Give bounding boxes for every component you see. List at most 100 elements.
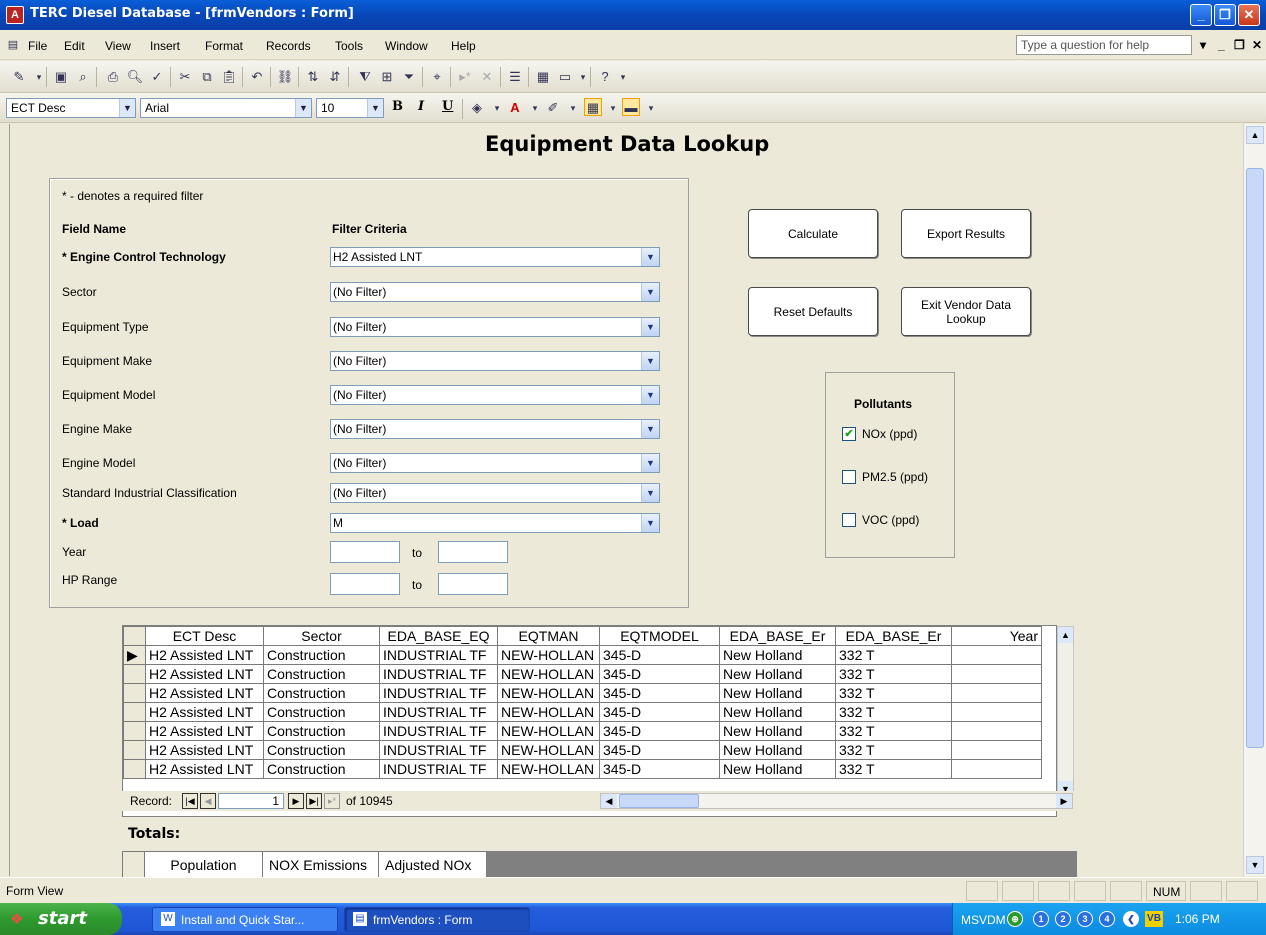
cell[interactable]: H2 Assisted LNT xyxy=(145,740,264,760)
cell[interactable]: New Holland xyxy=(719,683,836,703)
cell[interactable]: 345-D xyxy=(599,740,720,760)
menu-records[interactable]: Records xyxy=(266,39,311,53)
cell[interactable]: New Holland xyxy=(719,702,836,722)
sector-select[interactable]: (No Filter) ▼ xyxy=(330,282,660,302)
exit-vendor-lookup-button[interactable]: Exit Vendor Data Lookup xyxy=(901,287,1031,336)
italic-button[interactable]: I xyxy=(418,99,424,114)
filter-by-selection-icon[interactable]: ⧨ xyxy=(356,68,374,86)
row-selector[interactable] xyxy=(123,664,146,684)
chevron-down-icon[interactable]: ▼ xyxy=(641,318,659,336)
table-row[interactable]: H2 Assisted LNT Construction INDUSTRIAL TF… xyxy=(123,702,1042,722)
cell[interactable]: 332 T xyxy=(835,664,952,684)
chevron-down-icon[interactable]: ▼ xyxy=(641,454,659,472)
underline-button[interactable]: U xyxy=(442,99,453,114)
access-app-icon[interactable]: A xyxy=(6,6,24,24)
load-select[interactable]: M ▼ xyxy=(330,513,660,533)
chevron-down-icon[interactable]: ▼ xyxy=(641,514,659,532)
print-icon[interactable]: ⎙ xyxy=(104,68,122,86)
taskbar-item-form[interactable]: ▤ frmVendors : Form xyxy=(344,907,530,932)
cell[interactable]: Construction xyxy=(263,740,380,760)
table-row[interactable]: ▶ H2 Assisted LNT Construction INDUSTRIAL … xyxy=(123,645,1042,665)
cell[interactable] xyxy=(951,740,1042,760)
tray-desktop-3[interactable]: 3 xyxy=(1077,911,1093,927)
engine-make-select[interactable]: (No Filter) ▼ xyxy=(330,419,660,439)
line-width-icon[interactable]: ▬ xyxy=(622,98,640,116)
cell[interactable]: Construction xyxy=(263,664,380,684)
cell[interactable]: 345-D xyxy=(599,759,720,779)
cell[interactable]: INDUSTRIAL TF xyxy=(379,645,498,665)
cell[interactable]: 332 T xyxy=(835,702,952,722)
year-from-input[interactable] xyxy=(330,541,400,563)
line-color-dropdown-icon[interactable]: ▾ xyxy=(564,99,582,117)
new-record-icon[interactable]: ▸* xyxy=(456,68,474,86)
scroll-up-icon[interactable]: ▲ xyxy=(1058,627,1073,643)
hp-to-input[interactable] xyxy=(438,573,508,595)
cell[interactable]: 332 T xyxy=(835,683,952,703)
restore-button[interactable]: ❐ xyxy=(1214,4,1236,26)
first-record-button[interactable]: |◀ xyxy=(182,793,198,809)
filter-by-form-icon[interactable]: ⊞ xyxy=(378,68,396,86)
column-header[interactable]: EQTMAN xyxy=(497,626,600,646)
help-icon[interactable]: ? xyxy=(596,68,614,86)
menu-file[interactable]: File xyxy=(28,39,47,53)
table-row[interactable]: H2 Assisted LNT Construction INDUSTRIAL TF… xyxy=(123,664,1042,684)
cell[interactable]: INDUSTRIAL TF xyxy=(379,664,498,684)
database-window-icon[interactable]: ▦ xyxy=(534,68,552,86)
cell[interactable]: Construction xyxy=(263,702,380,722)
column-header[interactable]: EDA_BASE_Er xyxy=(835,626,952,646)
scroll-thumb[interactable] xyxy=(1246,168,1264,748)
engine-control-technology-select[interactable]: H2 Assisted LNT ▼ xyxy=(330,247,660,267)
column-header[interactable]: Sector xyxy=(263,626,380,646)
cell[interactable]: Construction xyxy=(263,645,380,665)
chevron-down-icon[interactable]: ▼ xyxy=(367,99,383,117)
menu-insert[interactable]: Insert xyxy=(150,39,180,53)
sort-ascending-icon[interactable]: ⇅ xyxy=(304,68,322,86)
bold-button[interactable]: B xyxy=(392,99,403,114)
table-row[interactable]: H2 Assisted LNT Construction INDUSTRIAL TF… xyxy=(123,759,1042,779)
chevron-down-icon[interactable]: ▼ xyxy=(641,248,659,266)
cell[interactable]: H2 Assisted LNT xyxy=(145,721,264,741)
sic-select[interactable]: (No Filter) ▼ xyxy=(330,483,660,503)
cell[interactable]: INDUSTRIAL TF xyxy=(379,702,498,722)
chevron-down-icon[interactable]: ▼ xyxy=(641,420,659,438)
cell[interactable]: Construction xyxy=(263,683,380,703)
row-selector[interactable] xyxy=(123,721,146,741)
cell[interactable]: 332 T xyxy=(835,645,952,665)
font-select[interactable]: Arial ▼ xyxy=(140,98,312,118)
hyperlink-icon[interactable]: ⛓ xyxy=(276,68,294,86)
scroll-up-icon[interactable]: ▲ xyxy=(1246,126,1264,144)
line-width-dropdown-icon[interactable]: ▾ xyxy=(642,99,660,117)
tray-desktop-1[interactable]: 1 xyxy=(1033,911,1049,927)
tray-desktop-4[interactable]: 4 xyxy=(1099,911,1115,927)
cell[interactable]: INDUSTRIAL TF xyxy=(379,759,498,779)
cell[interactable] xyxy=(951,702,1042,722)
cell[interactable]: 332 T xyxy=(835,759,952,779)
pm25-checkbox[interactable] xyxy=(842,470,856,484)
copy-icon[interactable]: ⧉ xyxy=(198,68,216,86)
paste-icon[interactable]: 📋︎ xyxy=(220,68,238,86)
tray-desktop-2[interactable]: 2 xyxy=(1055,911,1071,927)
start-button[interactable]: ❖ start xyxy=(0,903,122,935)
last-record-button[interactable]: ▶| xyxy=(306,793,322,809)
find-icon[interactable]: ⌖ xyxy=(428,68,446,86)
properties-icon[interactable]: ☰ xyxy=(506,68,524,86)
undo-icon[interactable]: ↶ xyxy=(248,68,266,86)
cell[interactable]: INDUSTRIAL TF xyxy=(379,740,498,760)
tray-label[interactable]: MSVDM xyxy=(961,913,1006,927)
doc-restore-button[interactable]: ❐ xyxy=(1234,38,1245,52)
network-icon[interactable]: ⊕ xyxy=(1007,911,1023,927)
scroll-left-icon[interactable]: ◀ xyxy=(601,794,617,808)
previous-record-button[interactable]: ◀ xyxy=(200,793,216,809)
tray-collapse-icon[interactable]: ❮ xyxy=(1123,911,1139,927)
chevron-down-icon[interactable]: ▼ xyxy=(119,99,135,117)
select-all-cell[interactable] xyxy=(123,626,146,646)
cell[interactable]: H2 Assisted LNT xyxy=(145,645,264,665)
menu-edit[interactable]: Edit xyxy=(64,39,85,53)
form-window-icon[interactable]: ▤ xyxy=(4,36,22,54)
column-header[interactable]: Year xyxy=(951,626,1042,646)
close-button[interactable]: ✕ xyxy=(1238,4,1260,26)
current-record-icon[interactable]: ▶ xyxy=(123,645,146,665)
save-icon[interactable]: ▣ xyxy=(52,68,70,86)
menu-view[interactable]: View xyxy=(105,39,131,53)
cell[interactable]: New Holland xyxy=(719,664,836,684)
